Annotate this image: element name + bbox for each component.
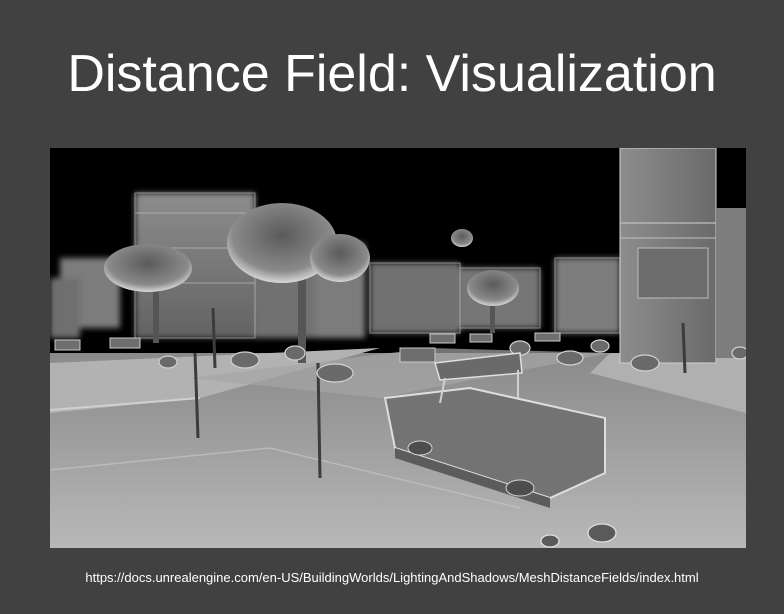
source-url-caption[interactable]: https://docs.unrealengine.com/en-US/Buil… [0,570,784,586]
slide-title: Distance Field: Visualization [67,45,717,103]
slide: Distance Field: Visualization https://do… [0,0,784,614]
distance-field-image [50,148,746,548]
